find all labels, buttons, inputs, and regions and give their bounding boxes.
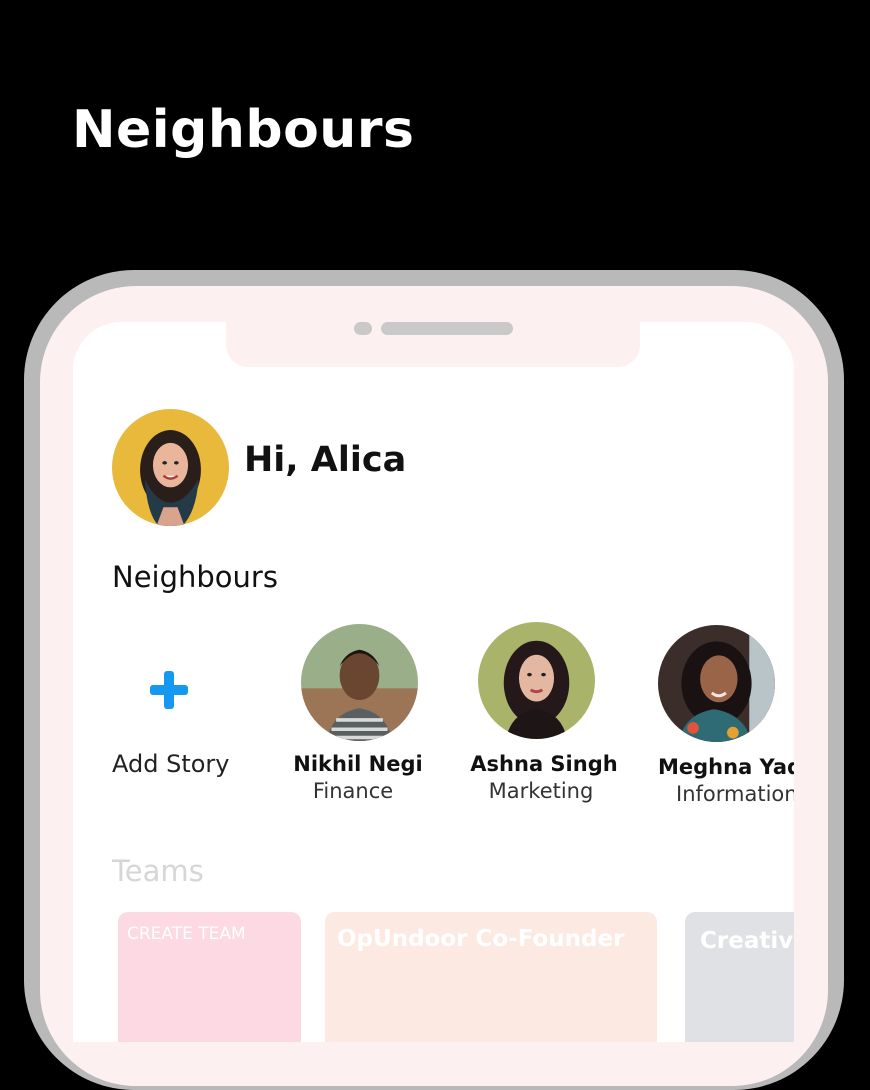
team-card-label: Creative <box>700 928 794 954</box>
neighbour-avatar-image <box>658 625 775 742</box>
plus-icon <box>150 671 188 709</box>
phone-screen: Hi, Alica Neighbours Add Story Nikhil Ne… <box>73 322 794 1042</box>
user-avatar[interactable] <box>112 409 229 526</box>
neighbour-avatar[interactable] <box>301 624 418 741</box>
neighbour-name: Meghna Yadav <box>658 755 794 779</box>
page-heading: Neighbours <box>72 100 415 160</box>
neighbour-name: Ashna Singh <box>470 752 618 776</box>
team-card-label: OpUndoor Co-Founder <box>337 926 625 952</box>
neighbour-name: Nikhil Negi <box>293 752 423 776</box>
neighbour-avatar-image <box>478 622 595 739</box>
add-story-label: Add Story <box>112 750 230 778</box>
create-team-card[interactable]: CREATE TEAM <box>118 912 301 1042</box>
speaker-bar <box>381 322 513 335</box>
team-card[interactable]: OpUndoor Co-Founder <box>325 912 657 1042</box>
camera-dot <box>354 322 372 335</box>
teams-section-title: Teams <box>112 854 204 888</box>
neighbour-avatar[interactable] <box>478 622 595 739</box>
team-card[interactable]: Creative <box>685 912 794 1042</box>
add-story-button[interactable] <box>109 658 229 722</box>
neighbours-section-title: Neighbours <box>112 560 278 594</box>
neighbour-role: Information <box>676 782 794 806</box>
neighbour-role: Marketing <box>488 779 594 803</box>
team-card-label: CREATE TEAM <box>127 924 246 944</box>
neighbour-role: Finance <box>312 779 394 803</box>
neighbour-avatar-image <box>301 624 418 741</box>
user-avatar-image <box>112 409 229 526</box>
neighbour-avatar[interactable] <box>658 625 775 742</box>
greeting: Hi, Alica <box>244 440 407 480</box>
